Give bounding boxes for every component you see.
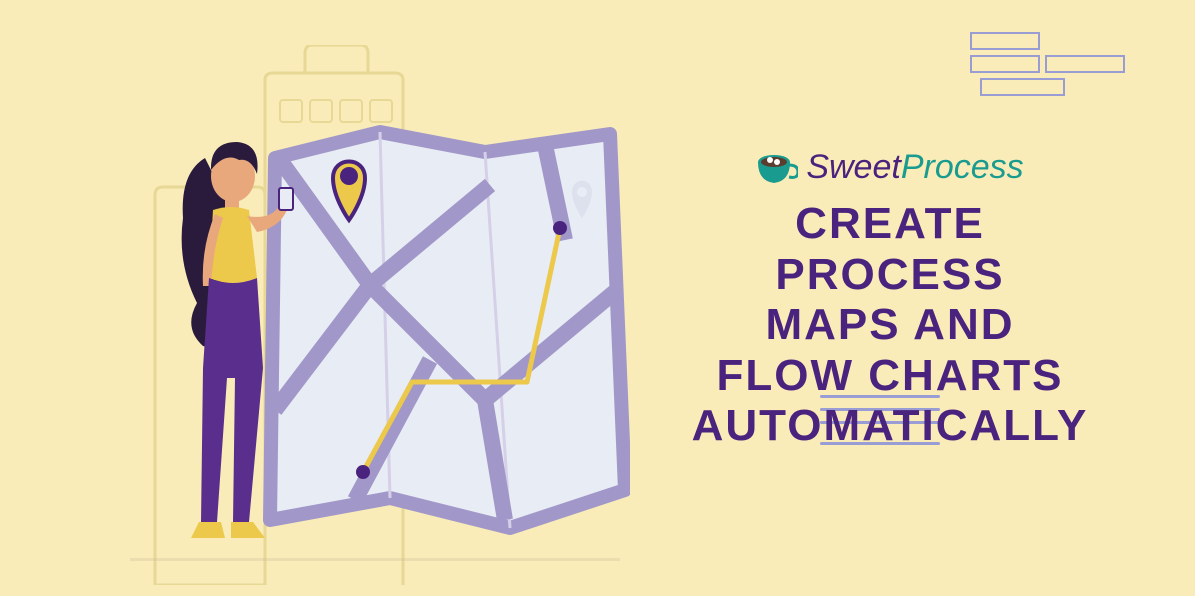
logo-word-process: Process [901,148,1024,186]
headline-line: FLOW CHARTS [675,351,1105,402]
deco-rect [1045,55,1125,73]
brand-headline-block: SweetProcess CREATE PROCESS MAPS AND FLO… [675,148,1105,452]
coffee-cup-icon [756,151,798,185]
deco-rect [970,32,1040,50]
logo-word-sweet: Sweet [806,148,901,186]
headline-line: PROCESS [675,250,1105,301]
sweetprocess-logo: SweetProcess [675,148,1105,187]
folded-map-illustration [255,110,630,540]
ground-line [130,558,620,561]
headline-line: CREATE [675,199,1105,250]
logo-text: SweetProcess [806,148,1023,187]
decorative-rectangles [935,32,1135,112]
headline-line: MAPS AND [675,300,1105,351]
deco-rect [980,78,1065,96]
person-holding-phone-illustration [175,128,305,558]
deco-rect [970,55,1040,73]
headline-text: CREATE PROCESS MAPS AND FLOW CHARTS AUTO… [675,199,1105,452]
headline-line: AUTOMATICALLY [675,401,1105,452]
